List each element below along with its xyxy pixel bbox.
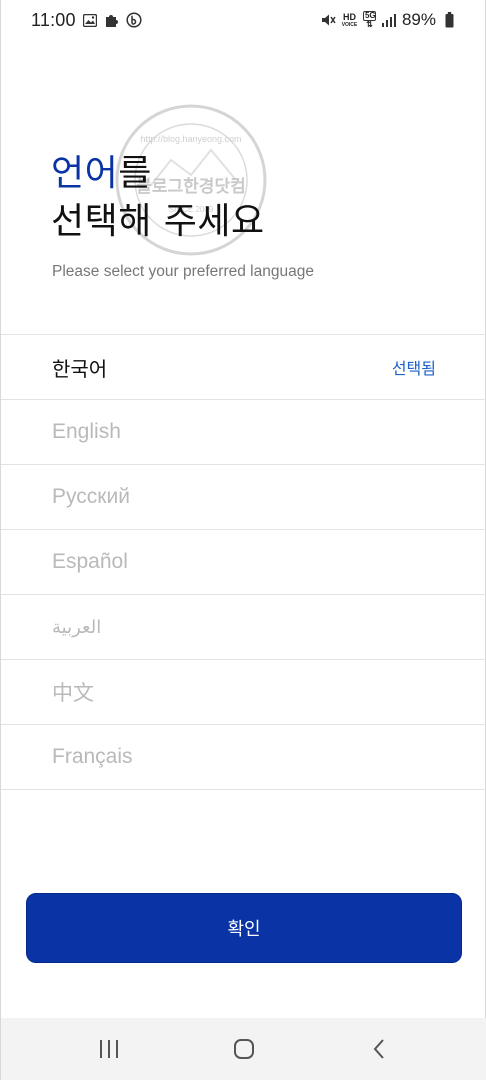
title-line-2: 선택해 주세요 [51, 201, 265, 242]
status-bar: 11:00 HD VOICE 5G ⇅ 89% [1, 0, 486, 40]
title-accent: 언어 [51, 153, 119, 194]
language-label: Español [52, 550, 128, 573]
language-option-arabic[interactable]: العربية [1, 595, 486, 660]
screen-frame: 11:00 HD VOICE 5G ⇅ 89% http://blog.hany… [0, 0, 486, 1080]
subtitle: Please select your preferred language [52, 263, 314, 280]
gallery-icon [82, 12, 98, 28]
status-time: 11:00 [31, 9, 76, 30]
puzzle-icon [104, 12, 120, 28]
mute-icon [320, 12, 336, 28]
language-label: Русский [52, 485, 130, 508]
recent-apps-button[interactable] [79, 1024, 139, 1074]
status-left: 11:00 [31, 10, 142, 31]
battery-icon [441, 12, 457, 28]
navigation-bar [1, 1018, 486, 1080]
language-list: 한국어 선택됨 English Русский Español العربية … [1, 334, 486, 790]
home-button[interactable] [214, 1024, 274, 1074]
title-line-1-rest: 를 [118, 153, 152, 194]
back-icon [373, 1039, 385, 1059]
language-label: 한국어 [52, 356, 108, 381]
hd-label: HD [342, 11, 356, 22]
language-option-french[interactable]: Français [1, 725, 486, 790]
status-right: HD VOICE 5G ⇅ 89% [320, 10, 457, 30]
confirm-button[interactable]: 확인 [26, 893, 462, 963]
language-option-chinese[interactable]: 中文 [1, 660, 486, 725]
home-icon [233, 1039, 254, 1059]
signal-icon [381, 12, 397, 28]
voice-label: VOICE [341, 21, 358, 28]
language-label: 中文 [52, 681, 94, 705]
language-option-korean[interactable]: 한국어 선택됨 [1, 335, 486, 400]
selected-badge: 선택됨 [391, 359, 436, 378]
language-label: العربية [52, 616, 102, 638]
language-label: English [52, 420, 121, 443]
language-option-spanish[interactable]: Español [1, 530, 486, 595]
battery-percent: 89% [401, 10, 436, 29]
watermark-url: http://blog.hanyeong.com [140, 134, 241, 144]
back-button[interactable] [349, 1024, 409, 1074]
recent-apps-icon [99, 1040, 118, 1058]
title-line-1: 언어를 [51, 150, 265, 198]
network-label: 5G ⇅ [362, 11, 376, 29]
page-title: 언어를 선택해 주세요 [51, 150, 265, 246]
data-arrows-icon: ⇅ [366, 20, 373, 29]
b-app-icon [126, 12, 142, 28]
language-option-english[interactable]: English [1, 400, 486, 465]
language-option-russian[interactable]: Русский [1, 465, 486, 530]
language-label: Français [52, 745, 133, 768]
hd-voice-label: HD VOICE [341, 11, 358, 28]
